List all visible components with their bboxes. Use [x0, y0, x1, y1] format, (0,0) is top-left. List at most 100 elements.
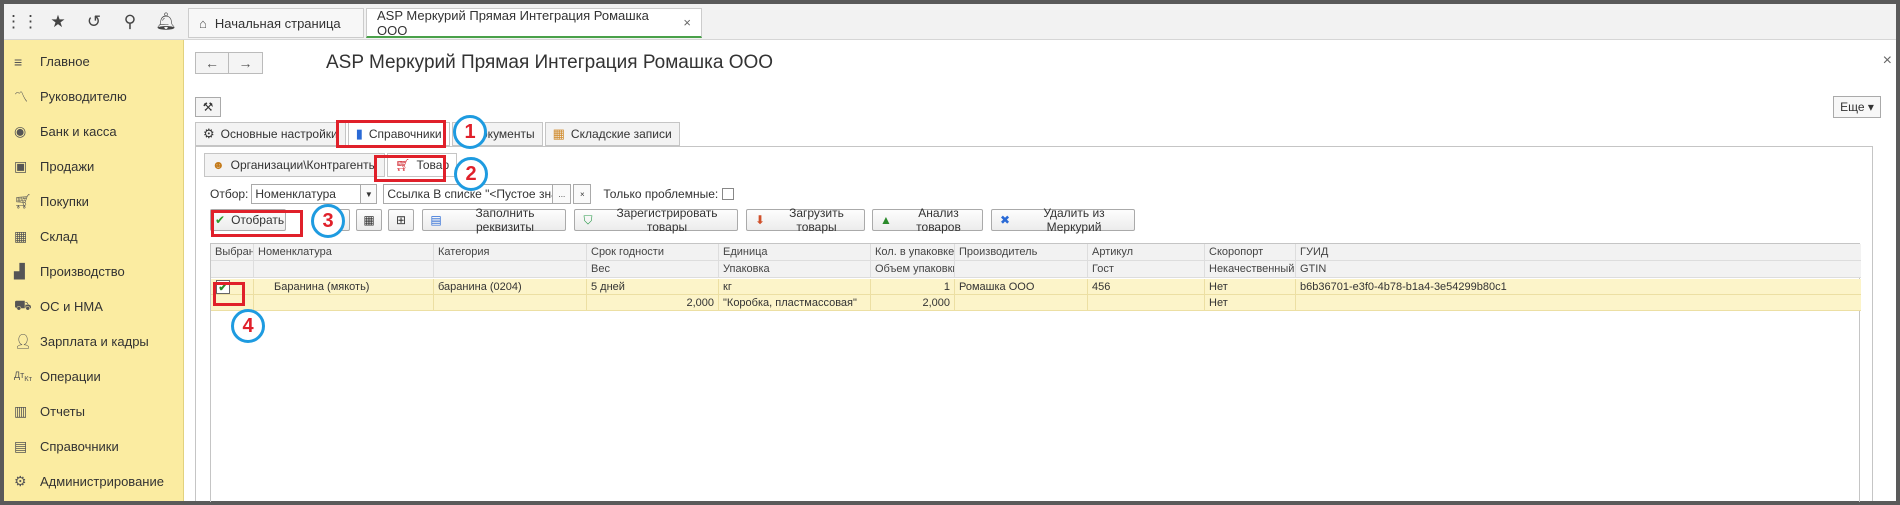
sidebar-item-admin[interactable]: ⚙ Администрирование — [4, 464, 183, 499]
sidebar-item-operations[interactable]: ДтКт Операции — [4, 359, 183, 394]
coin-icon: ◉ — [14, 123, 27, 139]
sidebar-item-bank[interactable]: ◉ Банк и касса — [4, 114, 183, 149]
table-cell[interactable]: 2,000 — [871, 295, 955, 311]
settings-tools-button[interactable]: ⚒ — [195, 97, 221, 117]
column-header[interactable]: Вес — [587, 261, 719, 278]
add-grid-button[interactable]: ⊞ — [388, 209, 414, 231]
tab-home[interactable]: ⌂ Начальная страница — [188, 8, 364, 38]
sidebar-item-purchases[interactable]: 🛒︎ Покупки — [4, 184, 183, 219]
bell-icon[interactable]: 🔔︎ — [148, 4, 184, 40]
analyze-goods-button[interactable]: ▲ Анализ товаров — [872, 206, 983, 234]
toolbar: ✔Отобрать ⧉ ▦ ⊞ ▤Заполнить реквизиты ⛉За… — [210, 206, 1870, 234]
column-header[interactable]: Номенклатура — [254, 244, 434, 261]
filter-choose-button[interactable]: ... — [553, 184, 572, 204]
back-button[interactable]: ← — [195, 52, 229, 74]
tab-warehouse-records[interactable]: ▦ Складские записи — [544, 122, 680, 146]
table-cell[interactable] — [1088, 295, 1205, 311]
column-header[interactable]: Производитель — [955, 244, 1088, 261]
tab-close-icon[interactable]: × — [683, 15, 691, 30]
register-goods-button[interactable]: ⛉ Зарегистрировать товары — [574, 206, 738, 234]
close-icon[interactable]: × — [1883, 52, 1892, 70]
table-cell[interactable]: 456 — [1088, 279, 1205, 295]
column-header[interactable]: Некачественный — [1205, 261, 1296, 278]
button-label: Загрузить товары — [789, 206, 844, 234]
column-header[interactable]: Кол. в упаковке — [871, 244, 955, 261]
sidebar-item-salary[interactable]: 👤︎ Зарплата и кадры — [4, 324, 183, 359]
grid-button[interactable]: ▦ — [356, 209, 382, 231]
table-cell[interactable]: 1 — [871, 279, 955, 295]
selected-cell[interactable]: ✔ — [211, 279, 254, 295]
sidebar-item-reports[interactable]: ▥ Отчеты — [4, 394, 183, 429]
star-icon[interactable]: ★ — [40, 4, 76, 40]
tab-panel: ☻ Организации\Контрагенты 🛒︎ Товар Отбор: … — [195, 146, 1873, 502]
table-cell[interactable]: Нет — [1205, 279, 1296, 295]
column-header[interactable]: Единица — [719, 244, 871, 261]
table-cell[interactable]: "Коробка, пластмассовая" — [719, 295, 871, 311]
column-header[interactable]: Скоропорт — [1205, 244, 1296, 261]
table-row[interactable]: 2,000 "Коробка, пластмассовая" 2,000 Нет — [211, 295, 1861, 311]
sidebar-item-manager[interactable]: 〽 Руководителю — [4, 79, 183, 114]
sidebar-item-label: Отчеты — [40, 404, 85, 419]
column-header[interactable]: Срок годности — [587, 244, 719, 261]
more-button[interactable]: Еще ▾ — [1833, 96, 1881, 118]
sidebar-item-label: Главное — [40, 54, 90, 69]
column-header — [211, 261, 254, 278]
select-button[interactable]: ✔ Отобрать — [210, 209, 286, 231]
fill-requisites-button[interactable]: ▤ Заполнить реквизиты — [422, 206, 566, 234]
table-cell[interactable] — [1296, 295, 1861, 311]
sidebar-item-main[interactable]: ≡ Главное — [4, 44, 183, 79]
delete-from-mercury-button[interactable]: ✖ Удалить из Меркурий — [991, 206, 1135, 234]
load-goods-button[interactable]: ⬇ Загрузить товары — [746, 206, 865, 234]
filter-clear-button[interactable]: × — [573, 184, 592, 204]
table-cell[interactable]: b6b36701-e3f0-4b78-b1a4-3e54299b80c1 — [1296, 279, 1861, 295]
table-cell[interactable] — [434, 295, 587, 311]
table-cell[interactable]: Нет — [1205, 295, 1296, 311]
history-icon[interactable]: ↺ — [76, 4, 112, 40]
table-cell[interactable] — [254, 295, 434, 311]
sidebar: ≡ Главное 〽 Руководителю ◉ Банк и касса ▣ Пр… — [4, 40, 184, 501]
tab-asp-mercury[interactable]: ASP Меркурий Прямая Интеграция Ромашка О… — [366, 8, 702, 38]
tab-organizations[interactable]: ☻ Организации\Контрагенты — [204, 153, 386, 177]
table-cell[interactable]: 2,000 — [587, 295, 719, 311]
table-cell[interactable]: 5 дней — [587, 279, 719, 295]
column-header — [955, 261, 1088, 278]
column-header[interactable]: Объем упаковки — [871, 261, 955, 278]
apps-grid-icon[interactable]: ⋮⋮ — [4, 4, 40, 40]
sidebar-item-references[interactable]: ▤ Справочники — [4, 429, 183, 464]
table-cell[interactable]: баранина (0204) — [434, 279, 587, 295]
tab-main-settings[interactable]: ⚙ Основные настройки — [195, 122, 346, 146]
forward-button[interactable]: → — [229, 52, 263, 74]
sidebar-item-assets[interactable]: ⛟ ОС и НМА — [4, 289, 183, 324]
search-icon[interactable]: ⚲ — [112, 4, 148, 40]
table-header-row: Выбран Номенклатура Категория Срок годно… — [211, 244, 1861, 261]
chevron-down-icon[interactable]: ▼ — [361, 184, 378, 204]
sidebar-item-sales[interactable]: ▣ Продажи — [4, 149, 183, 184]
only-problem-checkbox[interactable] — [722, 188, 735, 200]
sidebar-item-label: Руководителю — [40, 89, 127, 104]
analysis-icon: ▲ — [880, 213, 892, 227]
filter-field-select[interactable]: Номенклатура — [251, 184, 362, 204]
column-header[interactable]: Выбран — [211, 244, 254, 261]
row-checkbox[interactable]: ✔ — [216, 280, 230, 294]
sidebar-item-production[interactable]: ▟ Производство — [4, 254, 183, 289]
table-row[interactable]: ✔ Баранина (мякоть) баранина (0204) 5 дн… — [211, 279, 1861, 295]
table-cell[interactable] — [955, 295, 1088, 311]
nav-buttons: ← → — [195, 52, 263, 74]
cart-icon: 🛒︎ — [14, 193, 32, 209]
column-header[interactable]: ГУИД — [1296, 244, 1861, 261]
tab-references[interactable]: ▮ Справочники — [347, 122, 450, 146]
table-cell[interactable]: кг — [719, 279, 871, 295]
tab-goods[interactable]: 🛒︎ Товар — [387, 153, 458, 177]
column-header[interactable]: Гост — [1088, 261, 1205, 278]
column-header[interactable]: Артикул — [1088, 244, 1205, 261]
page-title: ASP Меркурий Прямая Интеграция Ромашка О… — [326, 52, 774, 73]
column-header[interactable]: GTIN — [1296, 261, 1861, 278]
table-cell[interactable]: Ромашка ООО — [955, 279, 1088, 295]
sidebar-item-label: Операции — [40, 369, 101, 384]
sidebar-item-warehouse[interactable]: ▦ Склад — [4, 219, 183, 254]
menu-lines-icon: ≡ — [14, 53, 23, 70]
gear-icon: ⚙ — [14, 473, 27, 489]
column-header[interactable]: Категория — [434, 244, 587, 261]
column-header[interactable]: Упаковка — [719, 261, 871, 278]
table-cell[interactable]: Баранина (мякоть) — [254, 279, 434, 295]
